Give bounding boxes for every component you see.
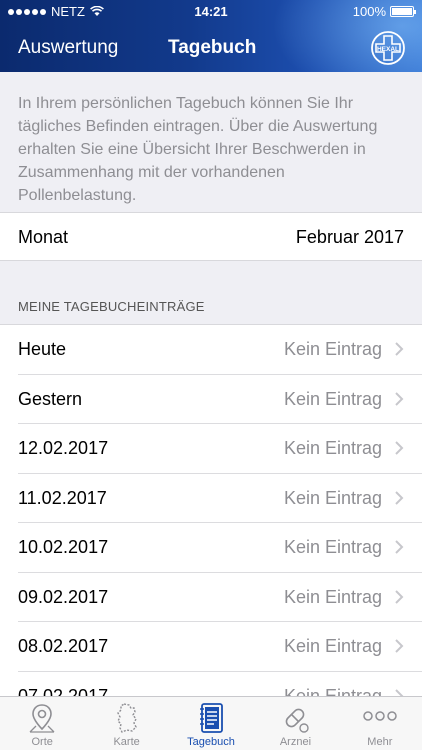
battery-icon [390, 6, 416, 17]
list-item[interactable]: 08.02.2017 Kein Eintrag [0, 622, 422, 672]
tab-arznei[interactable]: Arznei [253, 697, 337, 750]
list-item[interactable]: 12.02.2017 Kein Eintrag [0, 424, 422, 474]
intro-text: In Ihrem persönlichen Tagebuch können Si… [0, 72, 422, 212]
entry-date: Gestern [18, 388, 83, 409]
entry-status: Kein Eintrag [283, 339, 382, 359]
entry-status: Kein Eintrag [283, 438, 382, 458]
entry-date: 09.02.2017 [18, 586, 109, 607]
entry-date: 07.02.2017 [18, 685, 109, 697]
tab-mehr[interactable]: Mehr [338, 697, 422, 750]
entry-status: Kein Eintrag [283, 487, 382, 508]
page-title: Tagebuch [168, 37, 257, 58]
entry-date: Heute [18, 339, 67, 359]
battery-percent: 100% [352, 4, 386, 19]
chevron-right-icon [395, 441, 404, 455]
tab-orte[interactable]: Orte [0, 697, 84, 750]
tab-label: Orte [31, 736, 53, 748]
entry-status: Kein Eintrag [283, 636, 382, 656]
more-dots-icon [363, 711, 397, 721]
svg-text:HEXAL: HEXAL [377, 46, 399, 53]
list-item[interactable]: Gestern Kein Eintrag [0, 375, 422, 425]
chevron-right-icon [395, 342, 404, 356]
chevron-right-icon [395, 540, 404, 554]
entry-status: Kein Eintrag [283, 586, 382, 607]
navigation-bar: Auswertung Tagebuch HEXAL [0, 30, 422, 68]
entry-date: 11.02.2017 [18, 487, 107, 508]
section-header: MEINE TAGEBUCHEINTRÄGE [18, 299, 205, 314]
tab-label: Mehr [367, 736, 393, 748]
pill-icon [286, 708, 310, 733]
list-item[interactable]: 10.02.2017 Kein Eintrag [0, 523, 422, 573]
month-value: Februar 2017 [295, 227, 404, 247]
list-item[interactable]: Heute Kein Eintrag [0, 325, 422, 375]
chevron-right-icon [395, 639, 404, 653]
entry-status: Kein Eintrag [283, 685, 382, 697]
tab-karte[interactable]: Karte [84, 697, 168, 750]
list-item[interactable]: 11.02.2017 Kein Eintrag [0, 474, 422, 524]
tab-label: Tagebuch [187, 736, 235, 748]
entry-status: Kein Eintrag [283, 388, 382, 409]
chevron-right-icon [395, 490, 404, 505]
entry-date: 12.02.2017 [18, 438, 109, 458]
auswertung-button[interactable]: Auswertung [18, 37, 118, 59]
entry-date: 08.02.2017 [18, 636, 109, 656]
tab-label: Arznei [279, 736, 312, 748]
chevron-right-icon [395, 589, 404, 604]
germany-map-icon [116, 703, 137, 733]
hexal-logo: HEXAL [371, 31, 405, 65]
entry-date: 10.02.2017 [18, 537, 109, 557]
chevron-right-icon [395, 688, 404, 696]
tab-bar: Orte Karte Tagebuch Arznei Mehr [0, 696, 422, 750]
header: NETZ 14:21 100% Auswertung Tagebuch HEXA… [0, 0, 422, 72]
status-bar: NETZ 14:21 100% [0, 0, 422, 24]
list-item[interactable]: 09.02.2017 Kein Eintrag [0, 573, 422, 623]
chevron-right-icon [395, 391, 404, 406]
month-selector[interactable]: Monat Februar 2017 [0, 212, 422, 261]
tab-tagebuch[interactable]: Tagebuch [169, 697, 253, 750]
diary-entry-list[interactable]: Heute Kein Eintrag Gestern Kein Eintrag … [0, 324, 422, 696]
tab-label: Karte [113, 736, 140, 748]
entry-status: Kein Eintrag [283, 537, 382, 557]
list-item[interactable]: 07.02.2017 Kein Eintrag [0, 672, 422, 697]
month-label: Monat [18, 227, 69, 247]
map-pin-icon [29, 704, 55, 733]
notebook-icon [200, 703, 223, 733]
